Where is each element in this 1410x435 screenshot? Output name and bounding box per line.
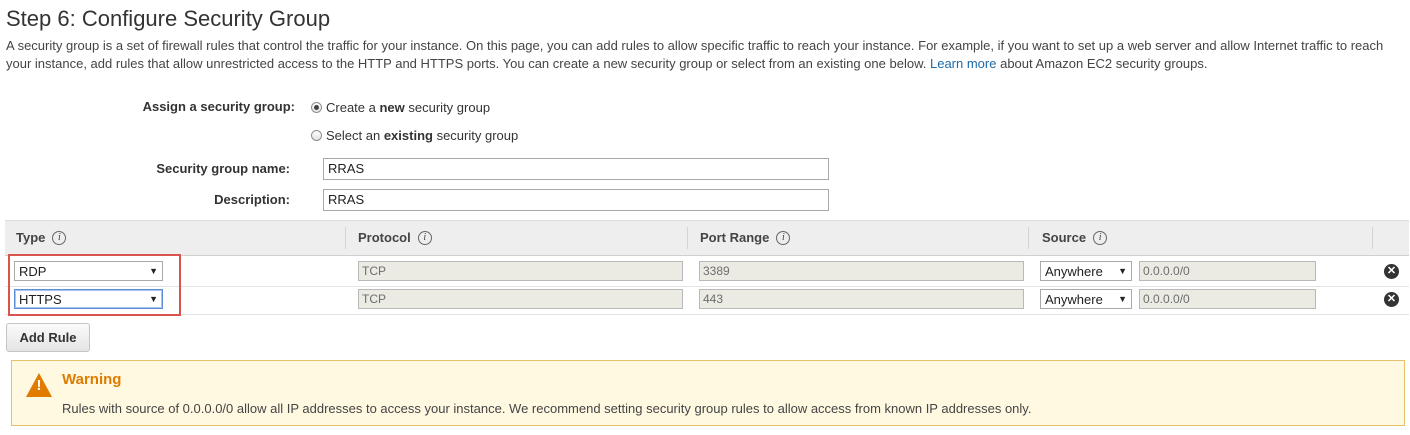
warning-icon-glyph: ! [36,377,42,394]
security-group-name-label: Security group name: [156,161,290,176]
column-divider [1028,227,1029,249]
dropdown-arrow-icon: ▼ [1118,294,1127,304]
info-icon[interactable]: i [52,230,67,245]
security-group-name-input[interactable]: RRAS [323,158,829,180]
protocol-field-row-1: TCP [358,261,683,281]
delete-rule-icon[interactable]: ✕ [1384,264,1399,279]
protocol-field-row-2: TCP [358,289,683,309]
port-range-field-row-2: 443 [699,289,1024,309]
source-select-row-1[interactable]: Anywhere ▼ [1040,261,1132,281]
dropdown-arrow-icon: ▼ [1118,266,1127,276]
row-divider [5,314,1409,315]
header-port-range: Port Range i [700,230,791,245]
add-rule-button[interactable]: Add Rule [6,323,90,352]
type-column-highlight [8,254,181,316]
description-input[interactable]: RRAS [323,189,829,211]
radio-button-select-existing[interactable] [311,130,322,141]
delete-rule-icon[interactable]: ✕ [1384,292,1399,307]
warning-text: Rules with source of 0.0.0.0/0 allow all… [62,401,1032,416]
info-icon[interactable]: i [1093,230,1108,245]
description-label: Description: [214,192,290,207]
radio-select-existing-label: Select an existing security group [326,128,519,143]
column-divider [345,227,346,249]
source-select-row-2[interactable]: Anywhere ▼ [1040,289,1132,309]
column-divider [1372,227,1373,249]
radio-button-create-new[interactable] [311,102,322,113]
header-protocol: Protocol i [358,230,432,245]
intro-text-tail: about Amazon EC2 security groups. [1000,56,1208,71]
intro-text: A security group is a set of firewall ru… [6,37,1401,73]
cidr-field-row-2: 0.0.0.0/0 [1139,289,1316,309]
warning-box: ! Warning Rules with source of 0.0.0.0/0… [11,360,1405,426]
row-divider [5,286,1409,287]
learn-more-link[interactable]: Learn more [930,56,996,71]
radio-create-new-label: Create a new security group [326,100,491,115]
cidr-field-row-1: 0.0.0.0/0 [1139,261,1316,281]
radio-create-new-group[interactable]: Create a new security group [311,100,490,115]
rules-table-header: Type i Protocol i Port Range i Source i [5,220,1409,256]
radio-select-existing-group[interactable]: Select an existing security group [311,128,518,143]
warning-title: Warning [62,371,122,388]
header-source: Source i [1042,230,1108,245]
info-icon[interactable]: i [417,230,432,245]
port-range-field-row-1: 3389 [699,261,1024,281]
page-title: Step 6: Configure Security Group [6,6,331,31]
info-icon[interactable]: i [776,230,791,245]
assign-security-group-label: Assign a security group: [142,99,295,114]
header-type: Type i [16,230,67,245]
column-divider [687,227,688,249]
